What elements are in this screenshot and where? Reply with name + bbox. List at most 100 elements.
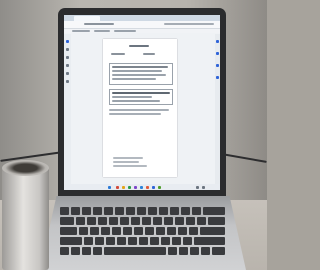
keyboard-key[interactable]	[120, 217, 129, 225]
keyboard-key[interactable]	[189, 227, 198, 235]
table-row	[112, 66, 168, 68]
keyboard-key[interactable]	[60, 247, 69, 255]
mail-icon[interactable]	[134, 186, 137, 189]
keyboard-key[interactable]	[84, 237, 93, 245]
keyboard-key[interactable]	[148, 207, 157, 215]
keyboard-key[interactable]	[139, 237, 148, 245]
start-icon[interactable]	[108, 186, 111, 189]
keyboard-key[interactable]	[167, 227, 176, 235]
keyboard-key[interactable]	[194, 237, 225, 245]
keyboard-key[interactable]	[98, 217, 107, 225]
keyboard-key[interactable]	[76, 217, 85, 225]
keyboard-key[interactable]	[156, 227, 165, 235]
keyboard-key[interactable]	[93, 247, 102, 255]
spacebar-key[interactable]	[104, 247, 166, 255]
keyboard-key[interactable]	[104, 207, 113, 215]
keyboard-key[interactable]	[212, 247, 225, 255]
footer-line	[113, 161, 139, 163]
keyboard-key[interactable]	[137, 207, 146, 215]
search-icon[interactable]	[116, 186, 119, 189]
gear-icon[interactable]	[66, 80, 69, 83]
home-icon[interactable]	[66, 40, 69, 43]
keyboard-key[interactable]	[150, 237, 159, 245]
blue-tool-icon[interactable]	[216, 52, 219, 55]
coffee-mug-rim	[2, 160, 49, 176]
keyboard-key[interactable]	[82, 207, 91, 215]
keyboard-key[interactable]	[126, 207, 135, 215]
keyboard-key[interactable]	[145, 227, 154, 235]
keyboard-key[interactable]	[183, 237, 192, 245]
keyboard-key[interactable]	[60, 227, 77, 235]
keyboard-key[interactable]	[101, 227, 110, 235]
comment-icon[interactable]	[66, 56, 69, 59]
keyboard-key[interactable]	[175, 217, 184, 225]
keyboard-key[interactable]	[131, 217, 140, 225]
blue-tool-icon[interactable]	[216, 40, 219, 43]
keyboard-key[interactable]	[161, 237, 170, 245]
keyboard-key[interactable]	[170, 207, 179, 215]
keyboard-key[interactable]	[128, 237, 137, 245]
keyboard-key[interactable]	[181, 207, 190, 215]
left-tool-rail	[64, 34, 71, 184]
keyboard-key[interactable]	[192, 207, 201, 215]
bookmark-item[interactable]	[72, 30, 90, 32]
keyboard-key[interactable]	[106, 237, 115, 245]
keyboard-key[interactable]	[82, 247, 91, 255]
keyboard-key[interactable]	[197, 217, 206, 225]
keyboard-key[interactable]	[178, 227, 187, 235]
keyboard-key[interactable]	[90, 227, 99, 235]
keyboard-key[interactable]	[179, 247, 188, 255]
keyboard-key[interactable]	[79, 227, 88, 235]
office-icon[interactable]	[146, 186, 149, 189]
bookmark-item[interactable]	[94, 30, 110, 32]
keyboard-key[interactable]	[172, 237, 181, 245]
address-bar[interactable]	[64, 21, 220, 29]
keyboard-key[interactable]	[168, 247, 177, 255]
keyboard-key[interactable]	[159, 207, 168, 215]
keyboard-key[interactable]	[95, 237, 104, 245]
wifi-icon[interactable]	[196, 186, 199, 189]
keyboard-key[interactable]	[71, 207, 80, 215]
keyboard-key[interactable]	[200, 227, 225, 235]
store-icon[interactable]	[140, 186, 143, 189]
doc-subheading	[111, 53, 125, 55]
keyboard-key[interactable]	[112, 227, 121, 235]
bookmark-item[interactable]	[114, 30, 136, 32]
keyboard-key[interactable]	[142, 217, 151, 225]
keyboard-key[interactable]	[123, 227, 132, 235]
sign-icon[interactable]	[66, 64, 69, 67]
search-icon[interactable]	[66, 72, 69, 75]
keyboard-key[interactable]	[115, 207, 124, 215]
blue-tool-icon[interactable]	[216, 76, 219, 79]
keyboard-key[interactable]	[134, 227, 143, 235]
paragraph-line	[109, 109, 169, 111]
keyboard-key[interactable]	[153, 217, 162, 225]
pdf-icon[interactable]	[152, 186, 155, 189]
edit-icon[interactable]	[66, 48, 69, 51]
keyboard-key[interactable]	[93, 207, 102, 215]
keyboard-key[interactable]	[164, 217, 173, 225]
footer-line	[113, 165, 147, 167]
document-page	[103, 39, 177, 177]
bookmarks-bar	[64, 29, 220, 33]
battery-icon[interactable]	[202, 186, 205, 189]
keyboard-key[interactable]	[203, 207, 225, 215]
files-icon[interactable]	[122, 186, 125, 189]
keyboard-key[interactable]	[186, 217, 195, 225]
keyboard-key[interactable]	[208, 217, 225, 225]
address-text	[84, 23, 114, 25]
chat-icon[interactable]	[158, 186, 161, 189]
summary-row	[112, 100, 160, 102]
keyboard-key[interactable]	[60, 237, 82, 245]
browser-icon[interactable]	[128, 186, 131, 189]
keyboard-key[interactable]	[71, 247, 80, 255]
keyboard-key[interactable]	[117, 237, 126, 245]
keyboard-key[interactable]	[87, 217, 96, 225]
blue-tool-icon[interactable]	[216, 64, 219, 67]
keyboard-key[interactable]	[109, 217, 118, 225]
table-row	[112, 78, 156, 80]
keyboard-key[interactable]	[60, 217, 74, 225]
keyboard-key[interactable]	[190, 247, 199, 255]
keyboard-key[interactable]	[60, 207, 69, 215]
keyboard-key[interactable]	[201, 247, 210, 255]
